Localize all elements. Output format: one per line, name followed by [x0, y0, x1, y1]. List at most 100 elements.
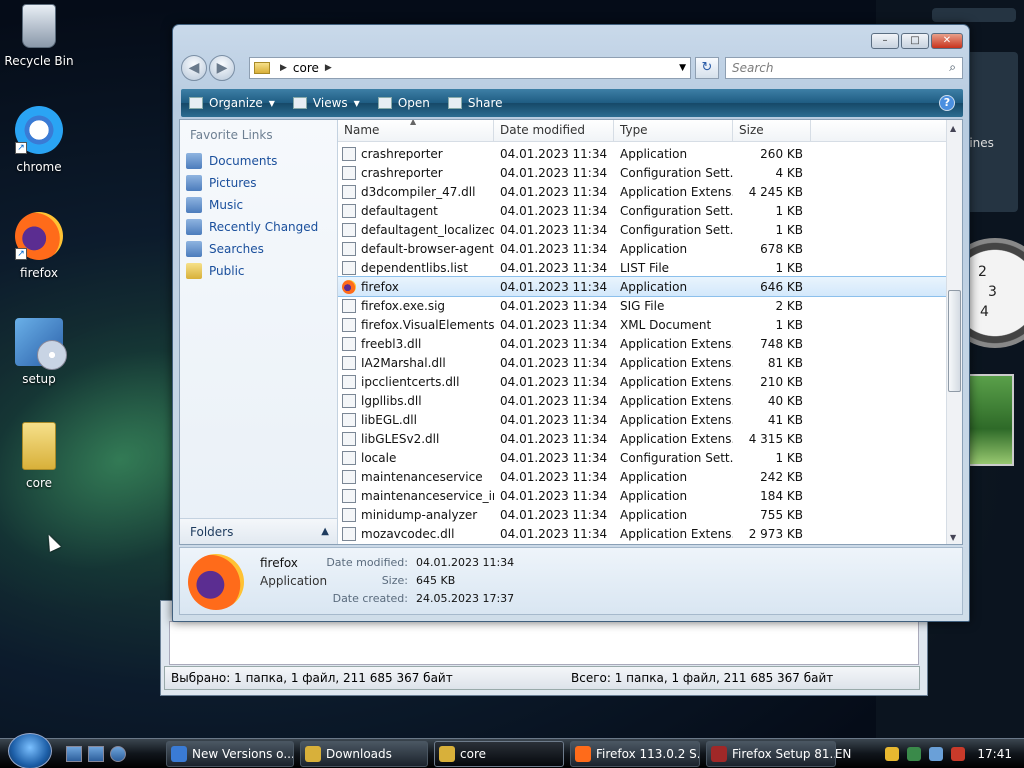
vertical-scrollbar[interactable]: ▲ ▼ [946, 120, 962, 544]
cell-type: Application Extens... [620, 184, 733, 199]
back-button[interactable]: ◀ [181, 55, 207, 81]
details-size-label: Size: [381, 574, 408, 587]
table-row[interactable]: dependentlibs.list 04.01.2023 11:34 LIST F… [338, 258, 946, 277]
network-icon[interactable] [929, 747, 944, 761]
favorite-link-public[interactable]: Public [186, 260, 318, 282]
share-button[interactable]: Share [440, 89, 513, 117]
help-icon[interactable]: ? [939, 95, 955, 111]
table-row[interactable]: freebl3.dll 04.01.2023 11:34 Application E… [338, 334, 946, 353]
folders-toggle[interactable]: Folders ▲ [180, 518, 337, 544]
documents-icon [186, 153, 202, 169]
views-icon [292, 97, 307, 109]
internet-explorer-icon[interactable] [110, 746, 126, 762]
cell-size: 4 315 KB [748, 431, 803, 446]
table-row[interactable]: minidump-analyzer 04.01.2023 11:34 Applica… [338, 505, 946, 524]
table-row[interactable]: d3dcompiler_47.dll 04.01.2023 11:34 Applic… [338, 182, 946, 201]
desktop-icon-core[interactable]: core [4, 422, 74, 490]
table-row[interactable]: lgpllibs.dll 04.01.2023 11:34 Application … [338, 391, 946, 410]
file-name: firefox.exe.sig [361, 298, 446, 313]
cell-type: Application Extens... [620, 412, 733, 427]
switch-windows-icon[interactable] [88, 746, 104, 762]
scroll-up-icon[interactable]: ▲ [950, 124, 956, 133]
file-name: maintenanceservice [361, 469, 483, 484]
cell-date: 04.01.2023 11:34 [500, 412, 608, 427]
search-input[interactable]: Search ⌕ [725, 57, 963, 79]
table-row[interactable]: firefox.VisualElements... 04.01.2023 11:3… [338, 315, 946, 334]
address-bar[interactable]: ▶ core ▶ ▼ [249, 57, 691, 79]
column-header-name[interactable]: ▲ Name [338, 120, 494, 141]
favorite-link-pictures[interactable]: Pictures [186, 172, 318, 194]
minimize-button[interactable]: – [871, 33, 899, 49]
views-button[interactable]: Views ▼ [285, 89, 370, 117]
table-row[interactable]: IA2Marshal.dll 04.01.2023 11:34 Applicatio… [338, 353, 946, 372]
show-desktop-icon[interactable] [66, 746, 82, 762]
table-row[interactable]: libGLESv2.dll 04.01.2023 11:34 Application… [338, 429, 946, 448]
maximize-button[interactable]: □ [901, 33, 929, 49]
cell-name: lgpllibs.dll [338, 393, 494, 408]
taskbar-button[interactable]: New Versions o... [166, 741, 294, 767]
file-icon [342, 507, 356, 522]
explorer-window[interactable]: – □ ✕ ◀ ▶ ▶ core ▶ ▼ ↻ Search ⌕ Organize… [172, 24, 970, 622]
taskbar-button[interactable]: Firefox 113.0.2 S... [570, 741, 700, 767]
cell-name: dependentlibs.list [338, 260, 494, 275]
scroll-down-icon[interactable]: ▼ [950, 533, 956, 542]
column-header-type[interactable]: Type [614, 120, 733, 141]
security-shield-icon[interactable] [885, 747, 900, 761]
tray-app-icon[interactable] [907, 747, 922, 761]
favorite-link-music[interactable]: Music [186, 194, 318, 216]
table-row[interactable]: firefox 04.01.2023 11:34 Application 646 KB [338, 276, 946, 297]
volume-muted-icon[interactable] [951, 747, 966, 761]
cell-size: 678 KB [760, 241, 803, 256]
setup-icon [15, 318, 67, 370]
table-row[interactable]: defaultagent_localized 04.01.2023 11:34 Co… [338, 220, 946, 239]
table-row[interactable]: maintenanceservice_in... 04.01.2023 11:34… [338, 486, 946, 505]
table-row[interactable]: ipcclientcerts.dll 04.01.2023 11:34 Applic… [338, 372, 946, 391]
file-name: d3dcompiler_47.dll [361, 184, 476, 199]
table-row[interactable]: defaultagent 04.01.2023 11:34 Configuratio… [338, 201, 946, 220]
column-header-date[interactable]: Date modified [494, 120, 614, 141]
desktop-icon-chrome[interactable]: ↗ chrome [4, 106, 74, 174]
forward-button[interactable]: ▶ [209, 55, 235, 81]
chevron-up-icon[interactable]: ▲ [321, 526, 329, 537]
breadcrumb-core[interactable]: core [293, 61, 319, 75]
favorite-link-searches[interactable]: Searches [186, 238, 318, 260]
language-indicator[interactable]: EN [835, 747, 852, 761]
table-row[interactable]: default-browser-agent 04.01.2023 11:34 App… [338, 239, 946, 258]
table-row[interactable]: mozavcodec.dll 04.01.2023 11:34 Applicatio… [338, 524, 946, 543]
open-button[interactable]: Open [370, 89, 440, 117]
task-app-icon [439, 746, 455, 762]
column-header-size[interactable]: Size [733, 120, 811, 141]
cell-size: 81 KB [767, 355, 803, 370]
table-row[interactable]: libEGL.dll 04.01.2023 11:34 Application Ex… [338, 410, 946, 429]
table-row[interactable]: crashreporter 04.01.2023 11:34 Application… [338, 144, 946, 163]
desktop-icon-recycle-bin[interactable]: Recycle Bin [4, 4, 74, 68]
clock-time[interactable]: 17:41 [977, 747, 1012, 761]
table-row[interactable]: maintenanceservice 04.01.2023 11:34 Applic… [338, 467, 946, 486]
gadget-controls[interactable] [932, 8, 1016, 22]
table-row[interactable]: locale 04.01.2023 11:34 Configuration Sett… [338, 448, 946, 467]
scrollbar-thumb[interactable] [948, 290, 961, 392]
favorite-link-documents[interactable]: Documents [186, 150, 318, 172]
file-name: default-browser-agent [361, 241, 494, 256]
taskbar-button[interactable]: Firefox Setup 81... [706, 741, 836, 767]
file-icon [342, 412, 356, 427]
navigation-pane: Favorite Links Documents Pictures Music Rec… [180, 120, 338, 544]
desktop-icon-firefox[interactable]: ↗ firefox [4, 212, 74, 280]
refresh-button[interactable]: ↻ [695, 57, 719, 79]
slideshow-gadget[interactable] [966, 374, 1014, 466]
close-button[interactable]: ✕ [931, 33, 963, 49]
search-placeholder: Search [732, 61, 774, 75]
table-row[interactable]: firefox.exe.sig 04.01.2023 11:34 SIG File 2… [338, 296, 946, 315]
taskbar-button[interactable]: Downloads [300, 741, 428, 767]
cell-size: 748 KB [760, 336, 803, 351]
desktop-icon-setup[interactable]: setup [4, 318, 74, 386]
favorite-link-label: Searches [209, 242, 264, 256]
search-icon[interactable]: ⌕ [949, 60, 956, 75]
table-row[interactable]: crashreporter 04.01.2023 11:34 Configurati… [338, 163, 946, 182]
recent-icon [186, 219, 202, 235]
start-button[interactable] [8, 733, 52, 768]
taskbar-button[interactable]: core [434, 741, 564, 767]
organize-button[interactable]: Organize ▼ [181, 89, 285, 117]
favorite-link-recently-changed[interactable]: Recently Changed [186, 216, 318, 238]
chevron-down-icon[interactable]: ▼ [679, 63, 686, 73]
